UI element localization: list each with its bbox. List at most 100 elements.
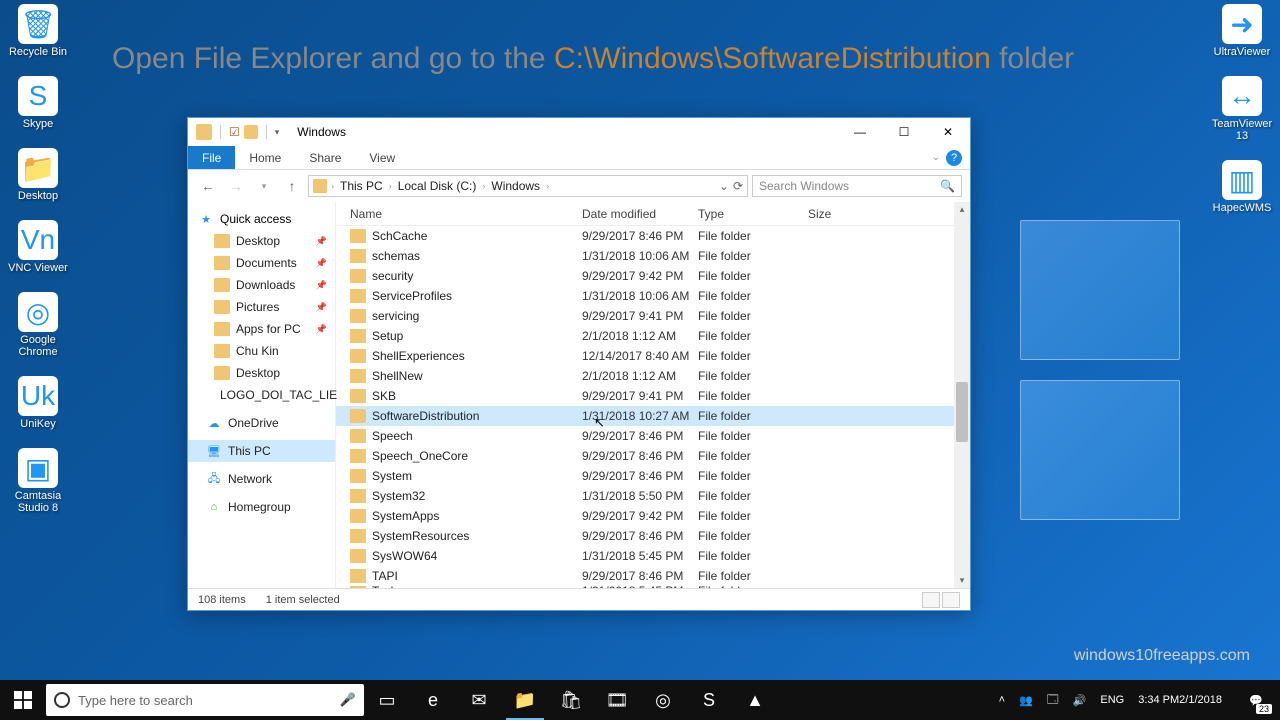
details-view-button[interactable] [922, 592, 940, 608]
new-folder-icon[interactable] [244, 125, 258, 139]
back-button[interactable]: ← [196, 174, 220, 198]
forward-button[interactable]: → [224, 174, 248, 198]
titlebar[interactable]: ☑ ▾ Windows — ☐ ✕ [188, 118, 970, 146]
desktop-icon-desktop-folder[interactable]: 📁Desktop [8, 148, 68, 202]
nav-onedrive[interactable]: ☁OneDrive [188, 412, 335, 434]
file-row[interactable]: Setup2/1/2018 1:12 AMFile folder [336, 326, 970, 346]
taskbar-search[interactable]: Type here to search 🎤 [46, 684, 364, 716]
tab-share[interactable]: Share [295, 146, 355, 169]
nav-item[interactable]: Chu Kin [188, 340, 335, 362]
file-row[interactable]: Tasks1/31/2018 5:45 PMFile folder [336, 586, 970, 588]
nav-network[interactable]: 🖧Network [188, 468, 335, 490]
column-headers[interactable]: Name Date modified Type Size [336, 202, 970, 226]
desktop-icon-ultraviewer[interactable]: ➜UltraViewer [1212, 4, 1272, 58]
mic-icon[interactable]: 🎤 [340, 692, 356, 708]
breadcrumb-segment[interactable]: Local Disk (C:) [396, 179, 479, 193]
file-row[interactable]: SKB9/29/2017 9:41 PMFile folder [336, 386, 970, 406]
recent-dropdown[interactable]: ▾ [252, 174, 276, 198]
desktop-icon-skype[interactable]: SSkype [8, 76, 68, 130]
col-name[interactable]: Name [350, 207, 582, 221]
taskbar-app-edge[interactable]: e [410, 680, 456, 720]
desktop-icon-recycle-bin[interactable]: 🗑Recycle Bin [8, 4, 68, 58]
file-row[interactable]: TAPI9/29/2017 8:46 PMFile folder [336, 566, 970, 586]
nav-item[interactable]: Desktop [188, 362, 335, 384]
dropdown-icon[interactable]: ▾ [275, 127, 280, 138]
desktop-icon-unikey[interactable]: UkUniKey [8, 376, 68, 430]
address-bar[interactable]: › This PC › Local Disk (C:) › Windows › … [308, 175, 748, 197]
file-row[interactable]: ShellNew2/1/2018 1:12 AMFile folder [336, 366, 970, 386]
file-row[interactable]: schemas1/31/2018 10:06 AMFile folder [336, 246, 970, 266]
people-icon[interactable]: 👥 [1017, 680, 1035, 720]
chevron-right-icon[interactable]: › [389, 181, 392, 191]
desktop[interactable]: Open File Explorer and go to the C:\Wind… [0, 0, 1280, 720]
nav-item[interactable]: Downloads📌 [188, 274, 335, 296]
taskbar-app-task-view[interactable]: ▭ [364, 680, 410, 720]
file-row[interactable]: SystemApps9/29/2017 9:42 PMFile folder [336, 506, 970, 526]
file-row[interactable]: ShellExperiences12/14/2017 8:40 AMFile f… [336, 346, 970, 366]
chevron-right-icon[interactable]: › [482, 181, 485, 191]
quick-access[interactable]: ★Quick access [188, 208, 335, 230]
up-button[interactable]: ↑ [280, 174, 304, 198]
nav-item[interactable]: Pictures📌 [188, 296, 335, 318]
taskbar-app-app-tray[interactable]: ▲ [732, 680, 778, 720]
file-row[interactable]: SoftwareDistribution1/31/2018 10:27 AMFi… [336, 406, 970, 426]
chevron-right-icon[interactable]: › [546, 181, 549, 191]
taskbar-app-file-explorer[interactable]: 📁 [502, 680, 548, 720]
file-list[interactable]: Name Date modified Type Size SchCache9/2… [336, 202, 970, 588]
maximize-button[interactable]: ☐ [882, 118, 926, 146]
nav-item[interactable]: Desktop📌 [188, 230, 335, 252]
col-type[interactable]: Type [698, 207, 808, 221]
nav-item[interactable]: Documents📌 [188, 252, 335, 274]
tab-home[interactable]: Home [235, 146, 295, 169]
language-indicator[interactable]: ENG [1098, 680, 1126, 720]
system-tray[interactable]: ˄ 👥 🗔 🔊 ENG 3:34 PM 2/1/2018 💬 23 [997, 680, 1280, 720]
taskbar-app-chrome[interactable]: ◎ [640, 680, 686, 720]
taskbar-app-mail[interactable]: ✉ [456, 680, 502, 720]
file-row[interactable]: System321/31/2018 5:50 PMFile folder [336, 486, 970, 506]
desktop-icon-vnc-viewer[interactable]: VnVNC Viewer [8, 220, 68, 274]
volume-icon[interactable]: 🔊 [1071, 680, 1089, 720]
scroll-down-icon[interactable]: ▾ [958, 573, 967, 588]
file-row[interactable]: SystemResources9/29/2017 8:46 PMFile fol… [336, 526, 970, 546]
action-center-button[interactable]: 💬 23 [1234, 680, 1278, 720]
desktop-icon-camtasia[interactable]: ▣Camtasia Studio 8 [8, 448, 68, 514]
tray-overflow-icon[interactable]: ˄ [997, 680, 1007, 720]
refresh-icon[interactable]: ⟳ [733, 179, 743, 193]
icons-view-button[interactable] [942, 592, 960, 608]
nav-item[interactable]: Apps for PC📌 [188, 318, 335, 340]
file-explorer-window[interactable]: ☑ ▾ Windows — ☐ ✕ File Home Share View ⌄… [187, 117, 971, 611]
start-button[interactable] [0, 680, 46, 720]
file-row[interactable]: SchCache9/29/2017 8:46 PMFile folder [336, 226, 970, 246]
scrollbar[interactable]: ▴ ▾ [954, 202, 970, 588]
taskbar-app-store[interactable]: 🛍 [548, 680, 594, 720]
breadcrumb-segment[interactable]: This PC [338, 179, 385, 193]
taskbar-app-snagit[interactable]: S [686, 680, 732, 720]
nav-item[interactable]: LOGO_DOI_TAC_LIE [188, 384, 335, 406]
properties-icon[interactable]: ☑ [229, 125, 240, 139]
navigation-pane[interactable]: ★Quick access Desktop📌Documents📌Download… [188, 202, 336, 588]
taskbar-app-media[interactable]: 🎞 [594, 680, 640, 720]
chevron-right-icon[interactable]: › [331, 181, 334, 191]
file-row[interactable]: Speech_OneCore9/29/2017 8:46 PMFile fold… [336, 446, 970, 466]
quick-access-toolbar[interactable]: ☑ ▾ [196, 124, 279, 140]
file-row[interactable]: ServiceProfiles1/31/2018 10:06 AMFile fo… [336, 286, 970, 306]
file-row[interactable]: System9/29/2017 8:46 PMFile folder [336, 466, 970, 486]
chevron-down-icon[interactable]: ⌄ [932, 152, 940, 163]
dropdown-icon[interactable]: ⌄ [719, 179, 729, 193]
nav-this-pc[interactable]: 🖥This PC [188, 440, 335, 462]
network-icon[interactable]: 🗔 [1045, 680, 1061, 720]
tab-view[interactable]: View [355, 146, 409, 169]
taskbar[interactable]: Type here to search 🎤 ▭e✉📁🛍🎞◎S▲ ˄ 👥 🗔 🔊 … [0, 680, 1280, 720]
col-date[interactable]: Date modified [582, 207, 698, 221]
file-row[interactable]: Speech9/29/2017 8:46 PMFile folder [336, 426, 970, 446]
breadcrumb-segment[interactable]: Windows [489, 179, 542, 193]
nav-homegroup[interactable]: ⌂Homegroup [188, 496, 335, 518]
scroll-thumb[interactable] [956, 382, 968, 442]
file-row[interactable]: servicing9/29/2017 9:41 PMFile folder [336, 306, 970, 326]
close-button[interactable]: ✕ [926, 118, 970, 146]
search-input[interactable]: Search Windows 🔍 [752, 175, 962, 197]
file-row[interactable]: security9/29/2017 9:42 PMFile folder [336, 266, 970, 286]
file-row[interactable]: SysWOW641/31/2018 5:45 PMFile folder [336, 546, 970, 566]
scroll-up-icon[interactable]: ▴ [958, 202, 967, 217]
minimize-button[interactable]: — [838, 118, 882, 146]
